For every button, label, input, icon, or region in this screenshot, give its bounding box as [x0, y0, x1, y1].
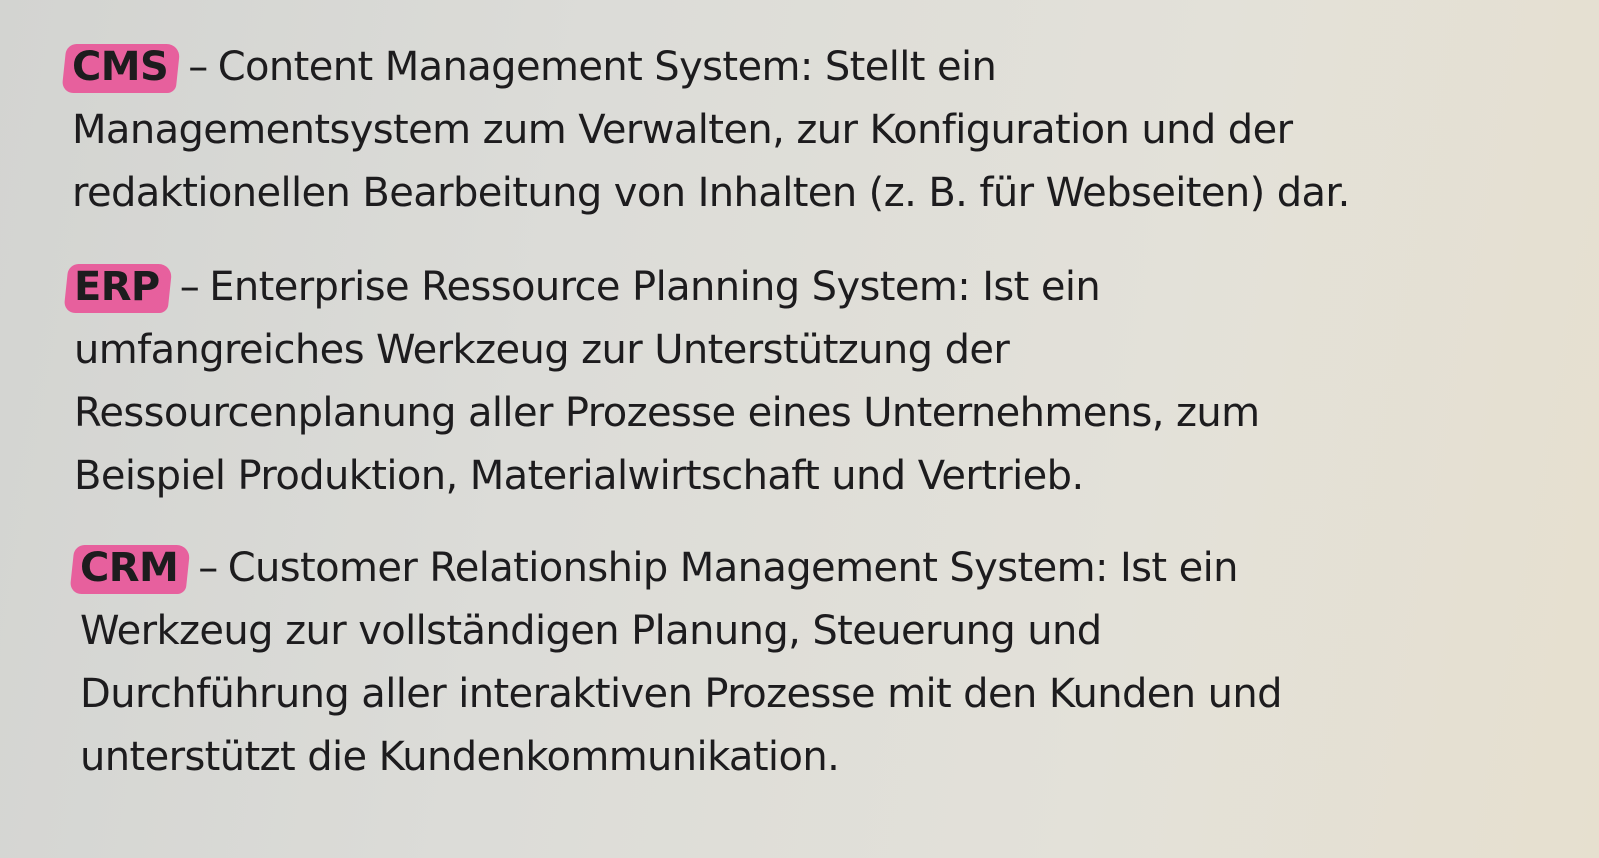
definition-text: Customer Relationship Management System:…: [227, 545, 1239, 591]
definition-erp: ERP – Enterprise Ressource Planning Syste…: [74, 256, 1260, 508]
highlighted-term-crm: CRM: [76, 537, 186, 600]
definition-line: unterstützt die Kundenkommunikation.: [80, 734, 840, 780]
dash: –: [188, 44, 208, 90]
definition-line: ERP – Enterprise Ressource Planning Syste…: [74, 256, 1260, 319]
definition-line: Ressourcenplanung aller Prozesse eines U…: [74, 390, 1260, 436]
document-page: CMS – Content Management System: Stellt e…: [0, 0, 1599, 858]
dash: –: [198, 545, 218, 591]
definition-line: Durchführung aller interaktiven Prozesse…: [80, 671, 1283, 717]
definition-line: CRM – Customer Relationship Management Sy…: [80, 537, 1282, 600]
dash: –: [179, 264, 200, 310]
highlighted-term-cms: CMS: [68, 36, 176, 99]
highlighted-term-erp: ERP: [70, 256, 168, 319]
definition-crm: CRM – Customer Relationship Management Sy…: [80, 537, 1283, 789]
definition-cms: CMS – Content Management System: Stellt e…: [72, 36, 1350, 225]
definition-line: redaktionellen Bearbeitung von Inhalten …: [72, 170, 1350, 216]
definition-line: umfangreiches Werkzeug zur Unterstützung…: [74, 327, 1010, 373]
definition-line: Managementsystem zum Verwalten, zur Konf…: [72, 107, 1293, 153]
definition-text: Content Management System: Stellt ein: [217, 44, 997, 90]
definition-line: Beispiel Produktion, Materialwirtschaft …: [74, 453, 1084, 499]
definition-line: Werkzeug zur vollständigen Planung, Steu…: [80, 608, 1102, 654]
definition-line: CMS – Content Management System: Stellt e…: [72, 36, 1350, 99]
definition-text: Enterprise Ressource Planning System: Is…: [209, 264, 1101, 310]
